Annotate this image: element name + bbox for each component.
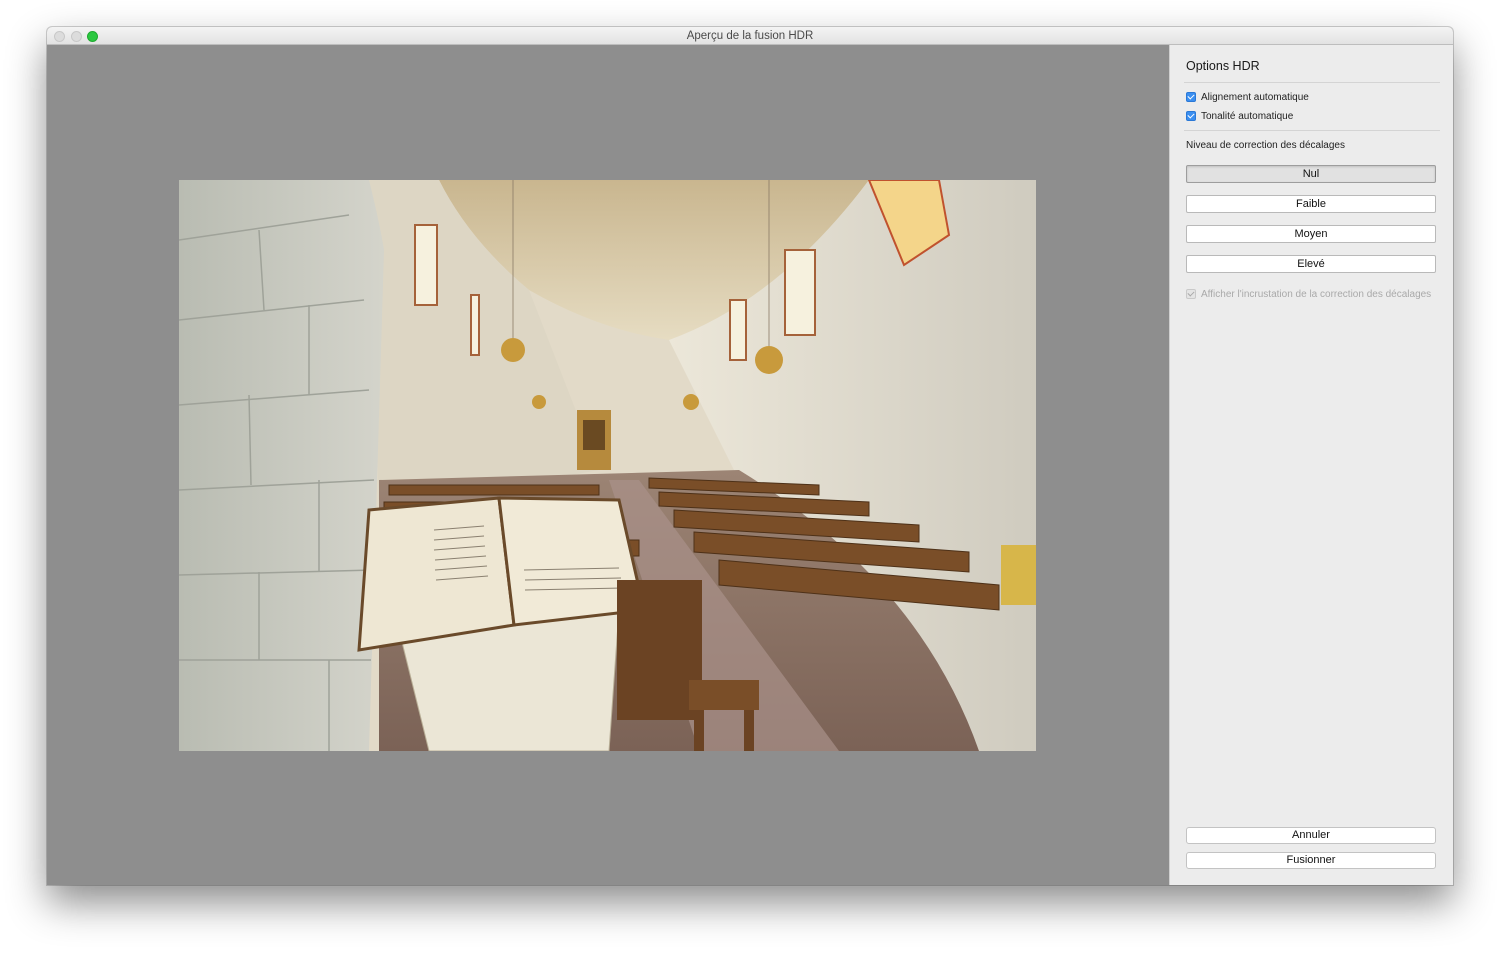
- deghost-medium-button[interactable]: Moyen: [1186, 225, 1436, 243]
- deghost-none-button[interactable]: Nul: [1186, 165, 1436, 183]
- window-title: Aperçu de la fusion HDR: [686, 30, 814, 42]
- hdr-preview-image: [179, 180, 1036, 751]
- preview-area: [47, 45, 1169, 885]
- auto-tone-label[interactable]: Tonalité automatique: [1201, 111, 1293, 122]
- merge-button[interactable]: Fusionner: [1186, 852, 1436, 869]
- divider: [1184, 82, 1440, 83]
- divider: [1184, 130, 1440, 131]
- auto-align-checkbox[interactable]: [1186, 92, 1196, 102]
- auto-align-option[interactable]: Alignement automatique: [1186, 90, 1309, 104]
- auto-tone-option[interactable]: Tonalité automatique: [1186, 109, 1293, 123]
- deghost-overlay-checkbox: [1186, 289, 1196, 299]
- deghost-high-button[interactable]: Elevé: [1186, 255, 1436, 273]
- hdr-merge-window: Aperçu de la fusion HDR Options HDR Alig…: [47, 27, 1453, 885]
- deghost-overlay-label: Afficher l'incrustation de la correction…: [1201, 288, 1432, 300]
- church-interior-photo: [179, 180, 1036, 751]
- auto-tone-checkbox[interactable]: [1186, 111, 1196, 121]
- deghost-level-label: Niveau de correction des décalages: [1186, 140, 1345, 151]
- auto-align-label[interactable]: Alignement automatique: [1201, 92, 1309, 103]
- title-bar: Aperçu de la fusion HDR: [47, 27, 1453, 45]
- hdr-options-panel: Options HDR Alignement automatique Tonal…: [1169, 45, 1453, 885]
- deghost-overlay-option: Afficher l'incrustation de la correction…: [1186, 287, 1431, 301]
- panel-title: Options HDR: [1186, 59, 1260, 73]
- deghost-low-button[interactable]: Faible: [1186, 195, 1436, 213]
- cancel-button[interactable]: Annuler: [1186, 827, 1436, 844]
